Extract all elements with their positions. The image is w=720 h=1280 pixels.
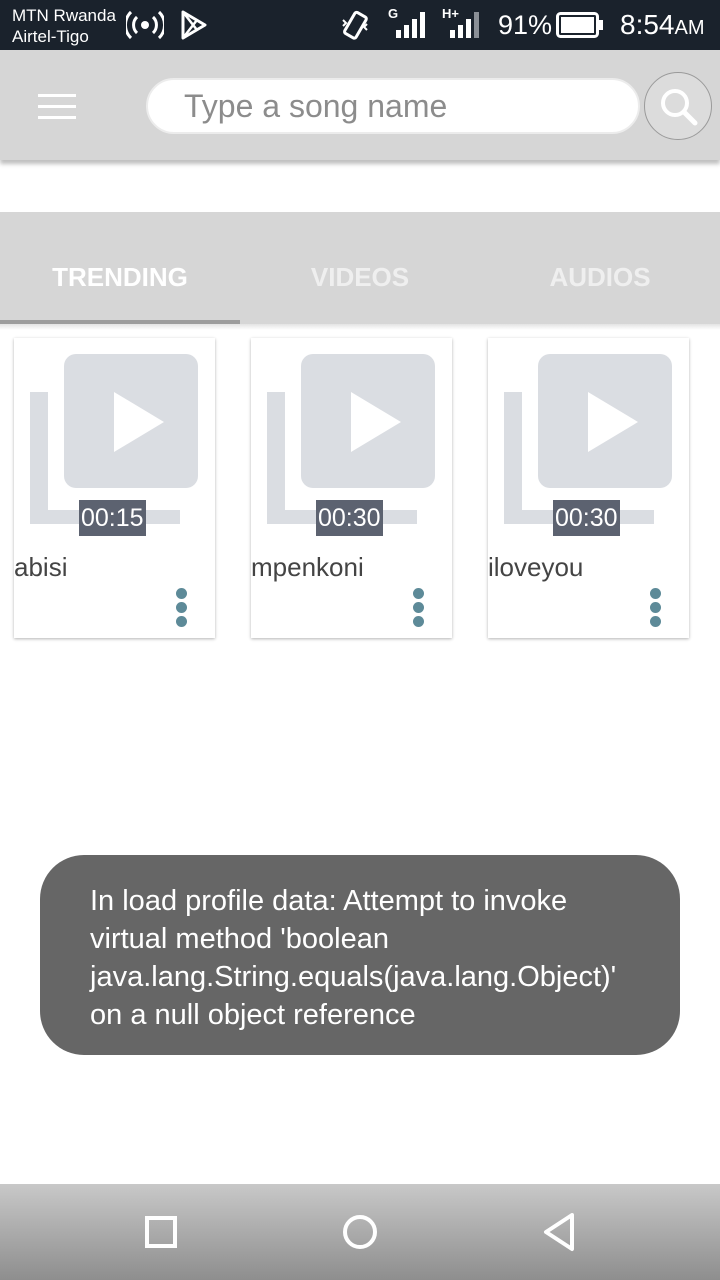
tab-bar: TRENDING VIDEOS AUDIOS [0, 212, 720, 324]
toast-line: virtual method 'boolean [90, 923, 389, 955]
signal-icon [396, 12, 425, 38]
toast-line: In load profile data: Attempt to invoke [90, 885, 568, 917]
app-bar [0, 50, 720, 160]
navigation-bar [0, 1184, 720, 1280]
tabs-shadow [0, 324, 720, 330]
tab-trending[interactable]: TRENDING [0, 212, 240, 324]
song-title: iloveyou [488, 552, 584, 582]
hotspot-icon [126, 10, 164, 40]
carrier-2: Airtel-Tigo [12, 27, 89, 46]
search-icon [661, 89, 698, 126]
carrier-1: MTN Rwanda [12, 6, 116, 25]
video-placeholder-icon [504, 354, 672, 524]
video-placeholder-icon [267, 354, 435, 524]
carrier-names: MTN Rwanda Airtel-Tigo [12, 5, 116, 47]
vibrate-icon [342, 10, 368, 40]
error-toast: In load profile data: Attempt to invoke … [40, 855, 680, 1055]
song-title: mpenkoni [251, 552, 364, 582]
back-button[interactable] [538, 1210, 582, 1254]
recents-icon [145, 1216, 177, 1248]
song-card[interactable]: 00:15 abisi [14, 338, 215, 638]
home-icon [343, 1215, 377, 1249]
tab-videos[interactable]: VIDEOS [240, 212, 480, 324]
signal-icon [450, 12, 479, 38]
search-input[interactable] [146, 78, 640, 134]
song-card[interactable]: 00:30 iloveyou [488, 338, 689, 638]
video-placeholder-icon [30, 354, 198, 524]
battery-icon [556, 12, 603, 38]
duration-badge: 00:30 [553, 500, 620, 536]
battery-percent: 91% [498, 10, 553, 40]
clock: 8:54AM [620, 9, 705, 41]
tab-audios[interactable]: AUDIOS [480, 212, 720, 324]
play-store-icon [181, 10, 207, 40]
back-icon [544, 1213, 574, 1251]
clock-time: 8:54 [620, 9, 675, 40]
song-card[interactable]: 00:30 mpenkoni [251, 338, 452, 638]
duration-badge: 00:15 [79, 500, 146, 536]
search-button[interactable] [644, 72, 712, 140]
more-options-button[interactable] [640, 584, 670, 630]
more-options-button[interactable] [403, 584, 433, 630]
toast-line: on a null object reference [90, 999, 416, 1031]
status-bar: MTN Rwanda Airtel-Tigo G H+ 91% 8:54AM [0, 0, 720, 50]
toast-line: java.lang.String.equals(java.lang.Object… [90, 961, 617, 993]
clock-suffix: AM [674, 17, 705, 39]
menu-button[interactable] [30, 88, 82, 124]
home-button[interactable] [338, 1210, 382, 1254]
more-options-button[interactable] [166, 584, 196, 630]
recents-button[interactable] [139, 1210, 183, 1254]
song-title: abisi [14, 552, 68, 582]
duration-badge: 00:30 [316, 500, 383, 536]
